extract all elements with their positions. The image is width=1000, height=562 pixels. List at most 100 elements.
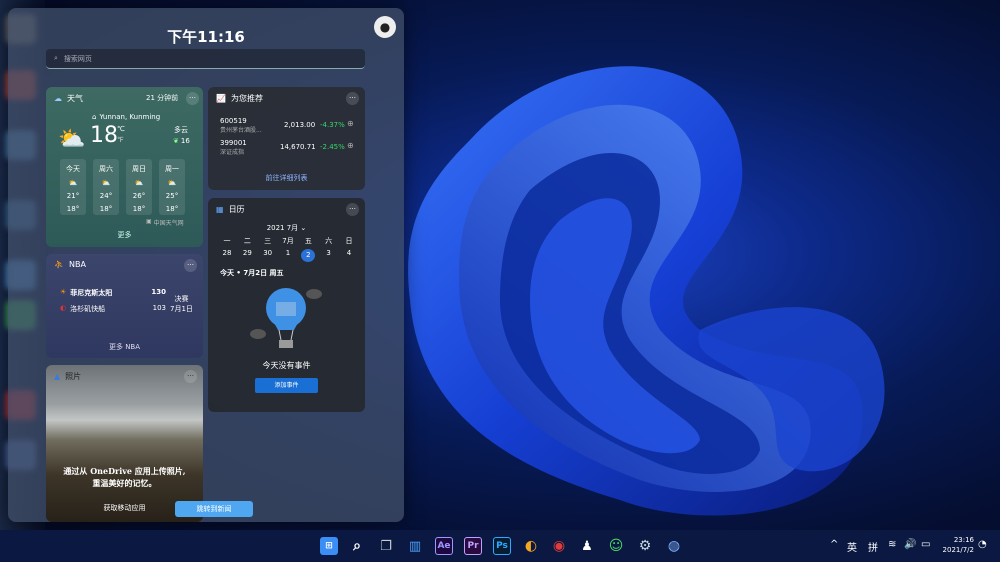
search-input[interactable]: ⌕ 搜索网页	[46, 49, 365, 69]
unit-fahrenheit[interactable]: ℉	[117, 136, 124, 144]
browser-icon[interactable]: ◐	[522, 537, 540, 555]
weekday: 日	[345, 237, 353, 245]
jump-to-news-button[interactable]: 跳转到新闻	[175, 501, 253, 517]
search-icon[interactable]: ⌕	[348, 537, 366, 555]
nba-team-name: 洛杉矶快船	[70, 305, 106, 313]
cloudy-sun-icon: ⛅	[58, 127, 86, 152]
clippers-logo-icon: ◐	[60, 304, 67, 312]
stock-change: -4.37%	[320, 121, 345, 129]
wechat-icon[interactable]: ☺	[607, 537, 625, 555]
task-view-icon[interactable]: ❐	[377, 537, 395, 555]
premiere-glyph: Pr	[467, 541, 479, 551]
steam-icon[interactable]: ⚙	[636, 537, 654, 555]
netease-music-icon[interactable]: ◉	[550, 537, 568, 555]
after-effects-icon[interactable]: Ae	[435, 537, 453, 555]
weather-widget[interactable]: ☁ 天气 21 分钟前 … ⌂ Yunnan, Kunming ⛅ 18 ℃ ℉…	[46, 87, 203, 247]
weather-condition: 多云	[174, 126, 188, 134]
user-avatar[interactable]: ●	[374, 16, 396, 38]
nba-header: ⛹ NBA	[54, 260, 86, 269]
forecast-day-hi: 26°	[132, 192, 146, 200]
forecast-day-name: 周一	[165, 165, 179, 173]
photos-icon: ▲	[54, 372, 61, 381]
search-icon: ⌕	[54, 54, 58, 62]
widgets-glyph: ▥	[408, 538, 422, 554]
forecast-day[interactable]: 今天 ⛅ 21° 18°	[60, 159, 86, 215]
add-event-button[interactable]: 添加事件	[255, 378, 318, 393]
ime-indicator[interactable]: 拼	[868, 539, 878, 554]
weekday: 三	[264, 237, 272, 245]
stock-row[interactable]: 600519 贵州茅台酒股... 2,013.00 -4.37% ⊕	[220, 117, 358, 134]
hot-air-balloon-illustration	[250, 288, 322, 348]
stocks-header: 📈 为您推荐	[216, 93, 263, 104]
tray-chevron-icon[interactable]: ^	[830, 539, 838, 550]
stock-row[interactable]: 399001 深证成指 14,670.71 -2.45% ⊕	[220, 139, 358, 156]
app-glyph: ◍	[667, 538, 681, 554]
date-cell[interactable]: 3	[322, 249, 336, 262]
calendar-weekdays: 一 二 三 7月 五 六 日	[220, 236, 356, 246]
wifi-icon[interactable]: ≋	[888, 539, 896, 550]
browser-glyph: ◐	[524, 538, 538, 554]
premiere-icon[interactable]: Pr	[464, 537, 482, 555]
add-stock-icon[interactable]: ⊕	[347, 119, 354, 128]
photos-message-line2: 重温美好的记忆。	[92, 478, 157, 488]
stocks-more-button[interactable]: …	[346, 92, 359, 105]
notification-icon[interactable]: ◔	[978, 539, 987, 550]
qq-glyph: ♟	[581, 538, 593, 554]
nba-game-info: 决赛 7月1日	[170, 294, 193, 314]
forecast-day[interactable]: 周六 ⛅ 24° 18°	[93, 159, 119, 215]
app-icon[interactable]: ◍	[665, 537, 683, 555]
stock-change: -2.45%	[320, 143, 345, 151]
stock-price: 14,670.71	[280, 143, 316, 151]
date-cell[interactable]: 1	[281, 249, 295, 262]
taskbar: ⊞ ⌕ ❐ ▥ Ae Pr Ps ◐ ◉ ♟ ☺ ⚙ ◍ ^ 英 拼 ≋ 🔊 ▭…	[0, 530, 1000, 562]
start-icon[interactable]: ⊞	[320, 537, 338, 555]
calendar-month: 2021 7月	[266, 224, 299, 232]
nba-more-link[interactable]: 更多 NBA	[46, 342, 203, 352]
date-cell-selected[interactable]: 2	[301, 249, 316, 262]
calendar-no-events: 今天没有事件	[262, 361, 311, 370]
battery-icon[interactable]: ▭	[921, 539, 930, 550]
forecast-day-name: 周六	[99, 165, 113, 173]
forecast-day[interactable]: 周日 ⛅ 26° 18°	[126, 159, 152, 215]
widgets-panel: 下午11:16 ● ⌕ 搜索网页 ☁ 天气 21 分钟前 … ⌂ Yunnan,…	[8, 8, 404, 522]
nba-widget[interactable]: ⛹ NBA … ☀ 菲尼克斯太阳 130 ◐ 洛杉矶快船 103 决赛 7月1日…	[46, 254, 203, 358]
chart-up-icon: 📈	[216, 94, 226, 103]
forecast-day-hi: 24°	[99, 192, 113, 200]
widgets-icon[interactable]: ▥	[406, 537, 424, 555]
forecast-day[interactable]: 周一 ⛅ 25° 18°	[159, 159, 185, 215]
date-cell[interactable]: 30	[261, 249, 275, 262]
forecast-day-name: 周日	[132, 165, 146, 173]
nba-more-button[interactable]: …	[184, 259, 197, 272]
unit-celsius[interactable]: ℃	[117, 125, 125, 133]
steam-glyph: ⚙	[638, 538, 652, 554]
volume-icon[interactable]: 🔊	[904, 539, 916, 550]
photoshop-icon[interactable]: Ps	[493, 537, 511, 555]
weather-more-button[interactable]: …	[186, 92, 199, 105]
input-lang-indicator[interactable]: 英	[847, 539, 857, 554]
stocks-details-link[interactable]: 前往详细列表	[208, 173, 365, 183]
photos-more-button[interactable]: …	[184, 370, 197, 383]
date-cell[interactable]: 28	[220, 249, 234, 262]
photos-widget[interactable]: ▲ 照片 … 通过从 OneDrive 应用上传照片, 重温美好的记忆。 获取移…	[46, 365, 203, 522]
weekday: 7月	[282, 237, 294, 245]
calendar-more-button[interactable]: …	[346, 203, 359, 216]
forecast-day-icon: ⛅	[134, 179, 144, 187]
weather-location: Yunnan, Kunming	[99, 113, 161, 121]
task-view-glyph: ❐	[380, 538, 392, 554]
calendar-widget[interactable]: ▦ 日历 … 2021 7月 ⌄ 一 二 三 7月 五 六 日 28 29 30…	[208, 198, 365, 412]
photos-title: 照片	[65, 372, 82, 381]
date-cell[interactable]: 29	[240, 249, 254, 262]
date-cell[interactable]: 4	[342, 249, 356, 262]
qq-icon[interactable]: ♟	[578, 537, 596, 555]
weather-source: 中国天气网	[153, 220, 184, 227]
weekday: 一	[223, 237, 231, 245]
nba-team-row[interactable]: ◐ 洛杉矶快船 103	[60, 304, 166, 314]
tray-clock[interactable]: 23:16 2021/7/2	[938, 535, 974, 555]
nba-team-row[interactable]: ☀ 菲尼克斯太阳 130	[60, 288, 166, 298]
nba-team-score: 130	[151, 288, 166, 296]
add-stock-icon[interactable]: ⊕	[347, 141, 354, 150]
calendar-title: 日历	[228, 205, 245, 214]
stocks-widget[interactable]: 📈 为您推荐 … 600519 贵州茅台酒股... 2,013.00 -4.37…	[208, 87, 365, 190]
calendar-month-selector[interactable]: 2021 7月 ⌄	[208, 223, 365, 233]
weather-more-link[interactable]: 更多	[46, 230, 203, 240]
